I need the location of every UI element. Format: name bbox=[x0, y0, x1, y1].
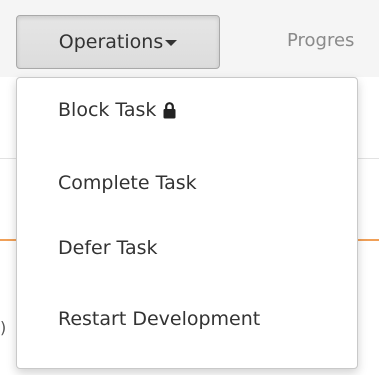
operations-button-label: Operations bbox=[58, 31, 164, 53]
operations-dropdown-button[interactable]: Operations bbox=[16, 15, 220, 69]
menu-item-label: Defer Task bbox=[58, 237, 158, 259]
menu-item-restart-development[interactable]: Restart Development bbox=[17, 297, 357, 341]
menu-item-label: Block Task bbox=[58, 99, 157, 121]
background-text-fragment: ) bbox=[0, 318, 7, 337]
menu-item-label: Complete Task bbox=[58, 172, 197, 194]
menu-item-complete-task[interactable]: Complete Task bbox=[17, 161, 357, 205]
caret-down-icon bbox=[165, 40, 178, 46]
menu-item-label: Restart Development bbox=[58, 308, 261, 330]
menu-item-defer-task[interactable]: Defer Task bbox=[17, 226, 357, 270]
menu-item-block-task[interactable]: Block Task bbox=[17, 88, 357, 132]
tab-progress[interactable]: Progres bbox=[287, 30, 354, 51]
lock-icon bbox=[163, 101, 176, 119]
operations-dropdown-menu: Block Task Complete Task Defer Task Rest… bbox=[16, 77, 358, 369]
